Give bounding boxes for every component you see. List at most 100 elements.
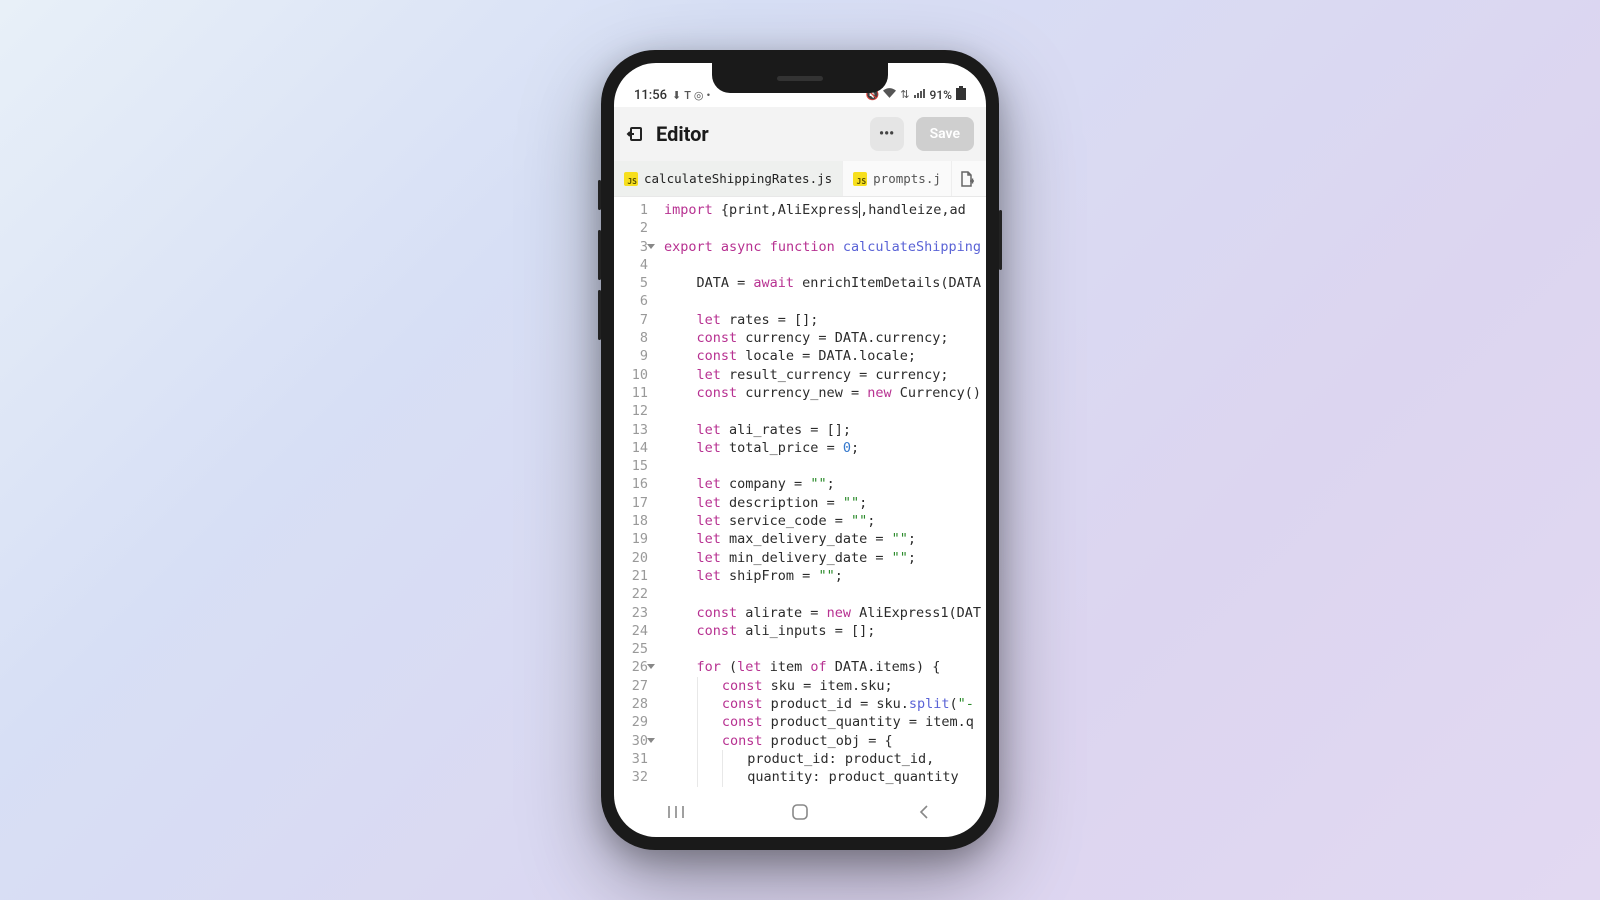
code-line[interactable]: quantity: product_quantity [664,768,981,786]
line-number: 12 [614,402,648,420]
line-number: 3 [614,238,648,256]
code-line[interactable]: const sku = item.sku; [664,677,981,695]
notch [712,63,888,93]
back-icon[interactable] [626,125,644,143]
code-line[interactable]: DATA = await enrichItemDetails(DATA [664,274,981,292]
code-line[interactable]: let description = ""; [664,494,981,512]
code-line[interactable] [664,256,981,274]
tab-bar: JS calculateShippingRates.js JS prompts.… [614,161,986,197]
line-gutter: 1234567891011121314151617181920212223242… [614,197,656,787]
code-line[interactable]: const alirate = new AliExpress1(DAT [664,604,981,622]
more-notif-icon: • [707,89,711,102]
line-number: 17 [614,494,648,512]
code-line[interactable]: const ali_inputs = []; [664,622,981,640]
line-number: 20 [614,549,648,567]
code-content[interactable]: import {print,AliExpress,handleize,ad ex… [656,197,981,787]
line-number: 13 [614,421,648,439]
line-number: 30 [614,732,648,750]
line-number: 31 [614,750,648,768]
code-line[interactable]: let ali_rates = []; [664,421,981,439]
wifi-icon [883,88,896,101]
js-file-icon: JS [624,172,638,186]
recents-button[interactable] [665,801,687,823]
tab-label: prompts.j [873,171,941,186]
tab-label: calculateShippingRates.js [644,171,832,186]
signal-icon [914,88,926,101]
battery-icon [956,86,966,103]
code-line[interactable]: const product_quantity = item.q [664,713,981,731]
code-line[interactable] [664,457,981,475]
code-line[interactable]: let min_delivery_date = ""; [664,549,981,567]
more-button[interactable]: ••• [870,117,904,151]
code-line[interactable] [664,402,981,420]
line-number: 14 [614,439,648,457]
line-number: 2 [614,219,648,237]
line-number: 25 [614,640,648,658]
tab-prompts[interactable]: JS prompts.j [843,161,952,196]
code-line[interactable]: product_id: product_id, [664,750,981,768]
phone-frame: 11:56 ⬇ T ◎ • 🔇 ⇅ 91% [601,50,999,850]
code-line[interactable]: const currency = DATA.currency; [664,329,981,347]
code-line[interactable]: const currency_new = new Currency() [664,384,981,402]
code-line[interactable]: const product_obj = { [664,732,981,750]
line-number: 22 [614,585,648,603]
line-number: 8 [614,329,648,347]
code-line[interactable] [664,292,981,310]
line-number: 7 [614,311,648,329]
line-number: 28 [614,695,648,713]
line-number: 18 [614,512,648,530]
line-number: 24 [614,622,648,640]
line-number: 32 [614,768,648,786]
line-number: 15 [614,457,648,475]
code-line[interactable]: let service_code = ""; [664,512,981,530]
battery-text: 91% [930,88,952,102]
instagram-icon: ◎ [694,89,704,102]
code-line[interactable] [664,585,981,603]
code-line[interactable]: let result_currency = currency; [664,366,981,384]
home-button[interactable] [789,801,811,823]
downloads-icon: ⬇ [672,89,681,102]
power-button [999,210,1002,270]
code-line[interactable]: let rates = []; [664,311,981,329]
line-number: 27 [614,677,648,695]
tab-calculateshippingrates[interactable]: JS calculateShippingRates.js [614,161,843,196]
data-icon: ⇅ [900,88,909,101]
line-number: 10 [614,366,648,384]
code-line[interactable]: const locale = DATA.locale; [664,347,981,365]
code-line[interactable]: const product_id = sku.split("- [664,695,981,713]
code-line[interactable]: export async function calculateShipping [664,238,981,256]
code-line[interactable]: for (let item of DATA.items) { [664,658,981,676]
code-line[interactable] [664,219,981,237]
code-editor[interactable]: 1234567891011121314151617181920212223242… [614,197,986,787]
line-number: 6 [614,292,648,310]
mute-switch [598,180,601,210]
volume-up [598,230,601,280]
line-number: 11 [614,384,648,402]
save-button[interactable]: Save [916,117,974,151]
page-title: Editor [656,122,858,146]
line-number: 1 [614,201,648,219]
line-number: 5 [614,274,648,292]
js-file-icon: JS [853,172,867,186]
line-number: 21 [614,567,648,585]
code-line[interactable]: let shipFrom = ""; [664,567,981,585]
android-nav-bar [614,797,986,827]
code-line[interactable]: let company = ""; [664,475,981,493]
back-button[interactable] [913,801,935,823]
screen: 11:56 ⬇ T ◎ • 🔇 ⇅ 91% [614,63,986,837]
new-file-button[interactable] [952,161,982,196]
line-number: 4 [614,256,648,274]
code-line[interactable]: let total_price = 0; [664,439,981,457]
line-number: 9 [614,347,648,365]
volume-down [598,290,601,340]
code-line[interactable]: let max_delivery_date = ""; [664,530,981,548]
app-header: Editor ••• Save [614,107,986,161]
status-time: 11:56 [634,88,667,103]
code-line[interactable] [664,640,981,658]
line-number: 19 [614,530,648,548]
tesla-icon: T [684,89,691,102]
code-line[interactable]: import {print,AliExpress,handleize,ad [664,201,981,219]
line-number: 16 [614,475,648,493]
line-number: 29 [614,713,648,731]
line-number: 26 [614,658,648,676]
